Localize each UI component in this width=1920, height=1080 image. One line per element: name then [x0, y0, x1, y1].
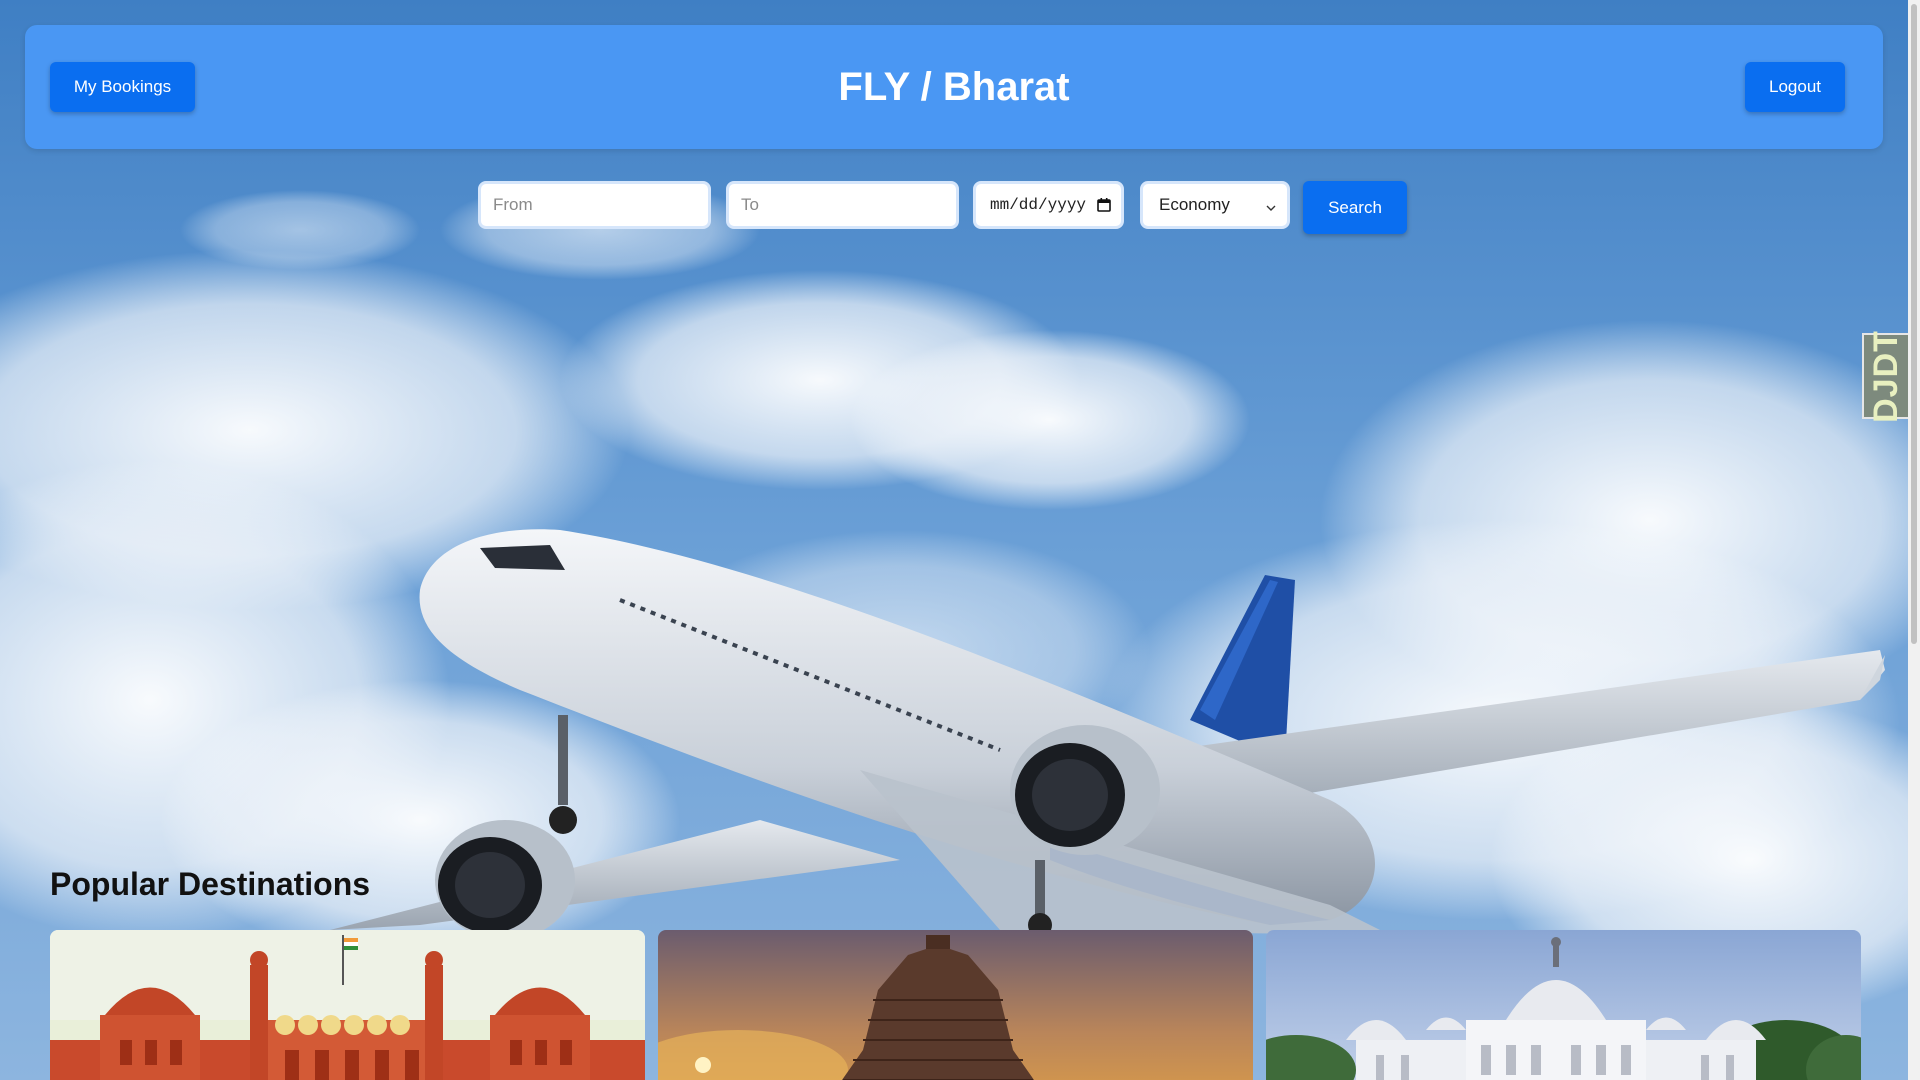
site-title: FLY / Bharat [838, 65, 1070, 109]
debug-toolbar-label: DJDT [1866, 329, 1905, 423]
debug-toolbar-handle[interactable]: DJDT [1862, 330, 1908, 422]
sun-temple-image [658, 930, 1253, 1080]
popular-destinations-title: Popular Destinations [50, 866, 371, 902]
destination-card[interactable] [1266, 930, 1861, 1080]
logout-button[interactable]: Logout [1745, 62, 1845, 112]
date-placeholder: mm/dd/yyyy [990, 196, 1087, 214]
to-input[interactable] [726, 181, 959, 229]
victoria-memorial-image [1266, 930, 1861, 1080]
from-input[interactable] [478, 181, 711, 229]
cabin-class-select[interactable]: Economy [1140, 181, 1290, 229]
destination-card[interactable] [50, 930, 645, 1080]
chevron-down-icon [1265, 199, 1277, 211]
hero-background [0, 0, 1920, 1080]
airplane-sky-image [0, 0, 1920, 1080]
destination-card[interactable] [658, 930, 1253, 1080]
top-header: My Bookings FLY / Bharat Logout [25, 25, 1883, 149]
scrollbar-thumb[interactable] [1911, 4, 1917, 644]
page-scrollbar[interactable] [1908, 0, 1920, 1080]
calendar-icon[interactable] [1097, 198, 1111, 212]
cabin-class-value: Economy [1159, 195, 1230, 214]
red-fort-image [50, 930, 645, 1080]
date-input[interactable]: mm/dd/yyyy [973, 181, 1124, 229]
search-button[interactable]: Search [1303, 181, 1407, 234]
